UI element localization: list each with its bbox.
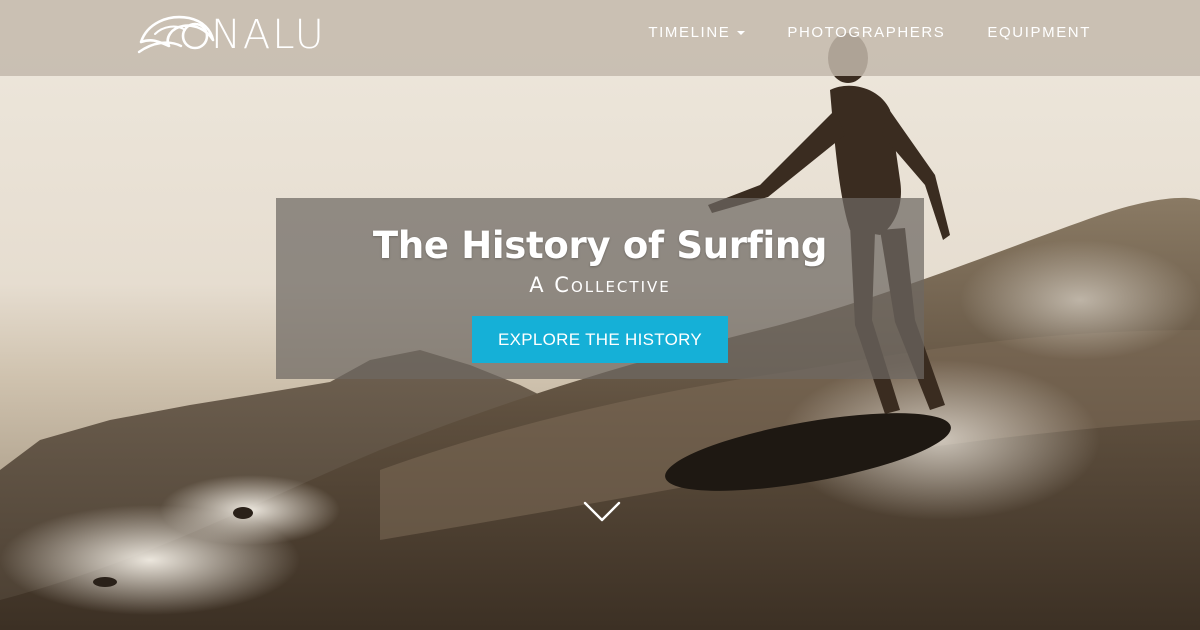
main-nav: TIMELINE PHOTOGRAPHERS EQUIPMENT (648, 22, 1091, 44)
hero-title: The History of Surfing (372, 224, 828, 267)
explore-history-button[interactable]: EXPLORE THE HISTORY (472, 316, 728, 363)
nav-item-label: TIMELINE (648, 24, 731, 41)
chevron-down-icon[interactable] (583, 500, 621, 524)
caret-down-icon (737, 31, 746, 35)
nav-item-label: EQUIPMENT (987, 24, 1091, 41)
nav-item-photographers[interactable]: PHOTOGRAPHERS (787, 22, 945, 44)
nav-item-equipment[interactable]: EQUIPMENT (987, 22, 1091, 44)
brand-name: NALU (211, 12, 326, 58)
top-navbar: NALU TIMELINE PHOTOGRAPHERS EQUIPMENT (0, 0, 1200, 76)
nav-item-timeline[interactable]: TIMELINE (648, 22, 746, 44)
hero-subtitle: A Collective (529, 273, 671, 297)
hero-card: The History of Surfing A Collective EXPL… (276, 198, 924, 379)
nav-item-label: PHOTOGRAPHERS (787, 24, 946, 41)
wave-icon (137, 15, 215, 54)
brand-logo[interactable]: NALU (137, 12, 326, 58)
